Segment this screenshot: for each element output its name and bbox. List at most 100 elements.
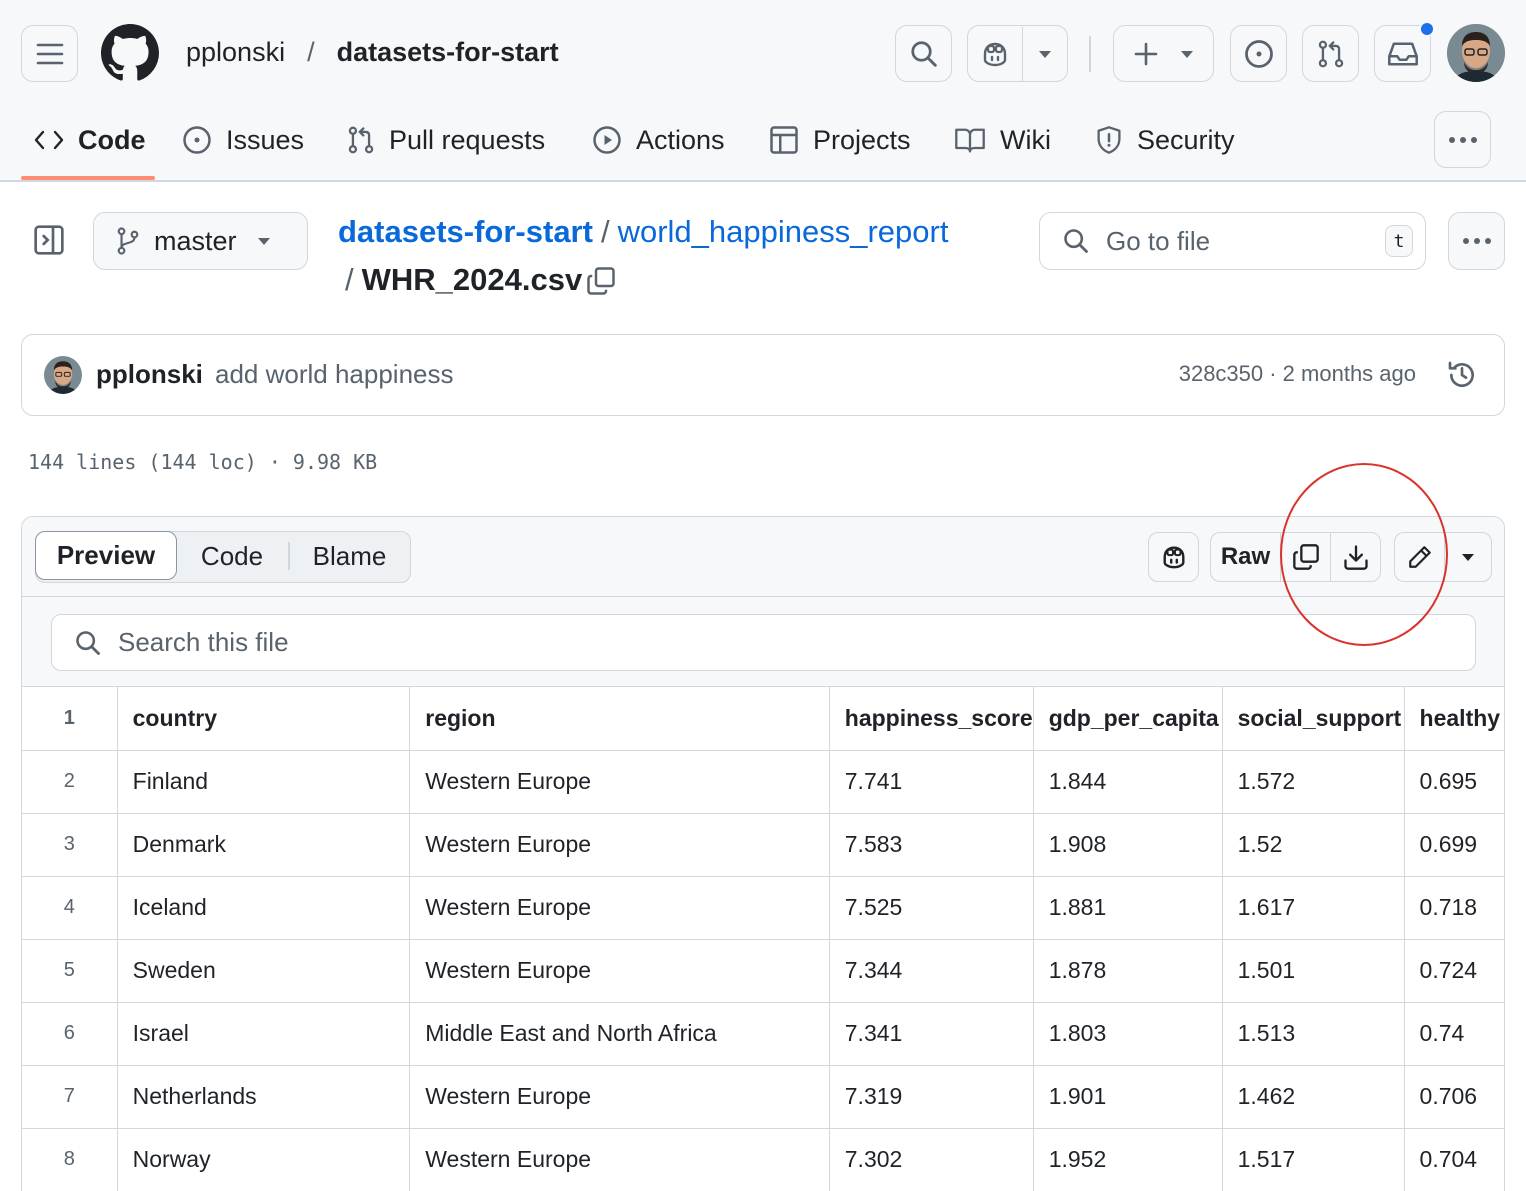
table-cell: 1.52: [1221, 813, 1405, 877]
line-number[interactable]: 2: [22, 750, 118, 814]
line-number[interactable]: 6: [22, 1002, 118, 1066]
tab-preview[interactable]: Preview: [35, 531, 177, 580]
line-number[interactable]: 4: [22, 876, 118, 940]
go-to-file-placeholder: Go to file: [1106, 225, 1211, 256]
table-cell: Iceland: [116, 876, 410, 940]
file-more-options-button[interactable]: [1448, 212, 1505, 270]
table-row: 8 Norway Western Europe 7.302 1.952 1.51…: [22, 1128, 1504, 1191]
history-button[interactable]: [1446, 359, 1478, 391]
table-cell: 0.706: [1403, 1065, 1504, 1129]
github-logo[interactable]: [101, 24, 159, 82]
file-toolbar: Preview Code Blame Raw: [22, 517, 1504, 597]
tab-projects[interactable]: Projects: [769, 112, 911, 168]
line-number[interactable]: 8: [22, 1128, 118, 1191]
code-icon: [34, 130, 64, 150]
table-cell: Israel: [116, 1002, 410, 1066]
table-cell: Western Europe: [409, 939, 830, 1003]
commit-sha-time[interactable]: 328c350 · 2 months ago: [1179, 361, 1416, 387]
pencil-icon: [1408, 546, 1431, 568]
go-to-file-input[interactable]: Go to file t: [1039, 212, 1426, 270]
branch-selector[interactable]: master: [93, 212, 308, 270]
hamburger-icon: [36, 43, 63, 64]
file-path-current: / WHR_2024.csv: [345, 262, 582, 298]
user-avatar[interactable]: [1447, 24, 1505, 82]
git-pull-request-icon: [348, 126, 374, 154]
table-cell: 1.901: [1032, 1065, 1223, 1129]
table-cell: 0.74: [1403, 1002, 1504, 1066]
commit-author[interactable]: pplonski: [96, 359, 203, 390]
download-raw-button[interactable]: [1330, 532, 1381, 582]
copy-path-button[interactable]: [586, 266, 616, 296]
triangle-down-icon: [1039, 50, 1052, 58]
line-number[interactable]: 3: [22, 813, 118, 877]
more-tabs-button[interactable]: [1434, 111, 1491, 168]
path-repo-link[interactable]: datasets-for-start: [338, 214, 593, 250]
avatar-image-icon: [1447, 24, 1505, 82]
copy-raw-button[interactable]: [1280, 532, 1331, 582]
github-mark-icon: [101, 24, 159, 81]
commit-message[interactable]: add world happiness: [215, 359, 454, 390]
search-this-file-input[interactable]: Search this file: [51, 614, 1476, 671]
tab-wiki[interactable]: Wiki: [954, 112, 1051, 168]
global-header: pplonski / datasets-for-start Code Issue…: [0, 0, 1526, 182]
toggle-file-tree-button[interactable]: [33, 224, 65, 256]
file-path-breadcrumb: datasets-for-start / world_happiness_rep…: [338, 214, 948, 250]
branch-name: master: [154, 225, 237, 256]
issues-button[interactable]: [1230, 25, 1287, 82]
copilot-ask-button[interactable]: [1148, 532, 1199, 582]
table-cell: 1.617: [1221, 876, 1405, 940]
edit-file-button[interactable]: [1395, 533, 1445, 581]
plus-icon: [1134, 42, 1157, 65]
search-button[interactable]: [895, 25, 952, 82]
play-icon: [593, 126, 621, 154]
tab-pull-requests[interactable]: Pull requests: [347, 112, 545, 168]
copilot-icon: [984, 42, 1007, 66]
tab-code[interactable]: Code: [34, 112, 146, 168]
column-header: country: [116, 687, 410, 751]
table-row: 7 Netherlands Western Europe 7.319 1.901…: [22, 1065, 1504, 1129]
table-cell: Western Europe: [409, 1065, 830, 1129]
tab-blame[interactable]: Blame: [290, 532, 410, 581]
column-header: healthy: [1403, 687, 1504, 751]
copy-icon: [1292, 544, 1319, 570]
tab-security[interactable]: Security: [1095, 112, 1235, 168]
commit-author-avatar[interactable]: [44, 356, 82, 394]
tab-issues[interactable]: Issues: [182, 112, 304, 168]
copilot-icon: [1163, 546, 1184, 569]
repo-link[interactable]: datasets-for-start: [337, 37, 559, 68]
edit-button-group: [1394, 532, 1492, 582]
table-cell: Western Europe: [409, 876, 830, 940]
copilot-button[interactable]: [968, 26, 1024, 81]
line-number[interactable]: 7: [22, 1065, 118, 1129]
table-row: 3 Denmark Western Europe 7.583 1.908 1.5…: [22, 813, 1504, 877]
create-new-button[interactable]: [1113, 25, 1214, 82]
history-icon: [1448, 361, 1474, 387]
file-search-area: Search this file: [22, 597, 1504, 687]
menu-button[interactable]: [21, 25, 78, 82]
column-header: gdp_per_capita: [1032, 687, 1223, 751]
table-cell: 0.699: [1403, 813, 1504, 877]
copilot-menu-button[interactable]: [1023, 27, 1067, 81]
file-name: WHR_2024.csv: [361, 262, 583, 297]
table-cell: 7.319: [828, 1065, 1034, 1129]
edit-menu-button[interactable]: [1445, 533, 1491, 581]
owner-link[interactable]: pplonski: [186, 37, 285, 68]
table-cell: 1.501: [1221, 939, 1405, 1003]
table-cell: 1.462: [1221, 1065, 1405, 1129]
table-cell: Western Europe: [409, 1128, 830, 1191]
inbox-icon: [1387, 41, 1418, 66]
sidebar-expand-icon: [34, 225, 64, 255]
line-number[interactable]: 1: [22, 687, 118, 751]
pull-requests-button[interactable]: [1302, 25, 1359, 82]
download-icon: [1343, 545, 1368, 570]
raw-button[interactable]: Raw: [1210, 532, 1281, 582]
line-number[interactable]: 5: [22, 939, 118, 1003]
git-pull-request-icon: [1318, 40, 1343, 67]
keyboard-shortcut-hint: t: [1385, 225, 1413, 257]
tab-code-view[interactable]: Code: [176, 532, 288, 581]
tab-actions[interactable]: Actions: [592, 112, 725, 168]
path-folder-link[interactable]: world_happiness_report: [618, 214, 949, 250]
table-cell: 1.517: [1221, 1128, 1405, 1191]
avatar-image-icon: [44, 356, 82, 394]
table-row: 2 Finland Western Europe 7.741 1.844 1.5…: [22, 750, 1504, 814]
